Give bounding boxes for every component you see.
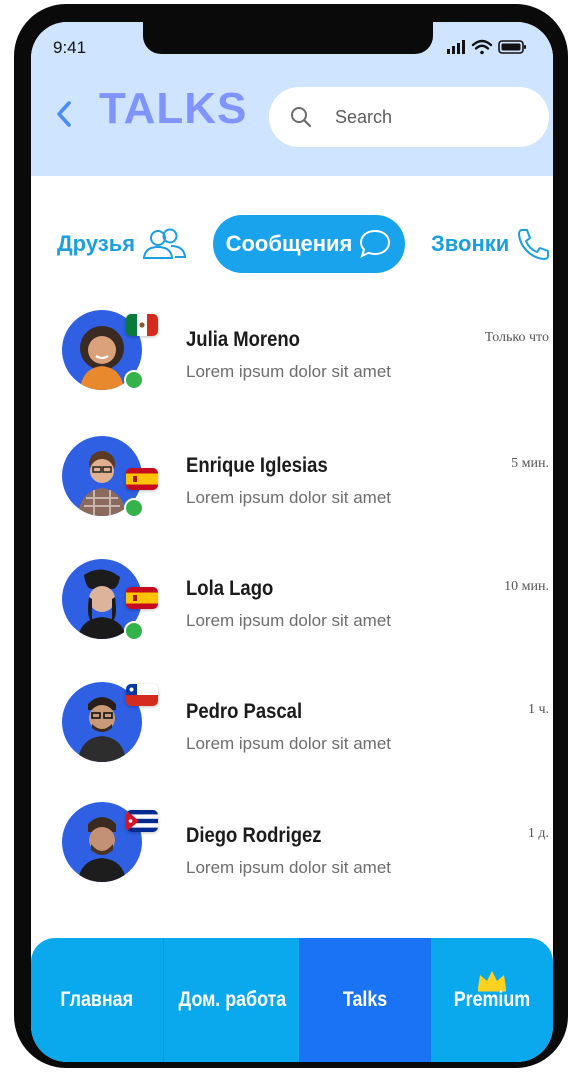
search-icon: [291, 107, 312, 128]
chat-time: 1 д.: [527, 826, 549, 841]
friends-icon: [142, 228, 187, 259]
chat-name: Lola Lago: [186, 577, 274, 600]
page-title: TALKS: [99, 84, 248, 133]
back-button[interactable]: [51, 94, 77, 134]
chat-preview: Lorem ipsum dolor sit amet: [186, 362, 392, 381]
chat-preview: Lorem ipsum dolor sit amet: [186, 488, 392, 507]
battery-icon: [498, 40, 526, 54]
chat-name: Julia Moreno: [186, 328, 300, 351]
chat-time: 1 ч.: [527, 702, 549, 717]
chat-time: 10 мин.: [504, 579, 549, 594]
chat-name: Diego Rodrigez: [186, 824, 322, 847]
wifi-icon: [471, 39, 493, 55]
status-icons: [447, 39, 526, 55]
chat-preview: Lorem ipsum dolor sit amet: [186, 858, 392, 877]
chat-preview: Lorem ipsum dolor sit amet: [186, 611, 392, 630]
search-box[interactable]: [269, 87, 549, 147]
tab-friends-label: Друзья: [57, 231, 136, 256]
spain-flag-icon: [126, 587, 158, 609]
phone-icon: [518, 229, 550, 260]
chat-item-diego-rodrigez[interactable]: Diego Rodrigez Lorem ipsum dolor sit ame…: [31, 794, 553, 904]
nav-talks[interactable]: Talks: [299, 938, 431, 1062]
nav-home-label: Главная: [60, 988, 134, 1011]
online-indicator: [124, 621, 144, 641]
bottom-nav: Главная Дом. работа Talks Premium: [31, 938, 553, 1062]
tab-messages-label: Сообщения: [225, 231, 353, 256]
chat-time: Только что: [484, 330, 549, 345]
chat-bubble-icon: [360, 229, 391, 258]
chevron-left-icon: [57, 101, 71, 127]
chat-preview: Lorem ipsum dolor sit amet: [186, 734, 392, 753]
online-indicator: [124, 498, 144, 518]
chat-time: 5 мин.: [511, 456, 549, 471]
search-input[interactable]: [333, 105, 527, 129]
tab-calls-label: Звонки: [431, 231, 510, 256]
chat-item-julia-moreno[interactable]: Julia Moreno Lorem ipsum dolor sit amet …: [31, 300, 553, 410]
status-time: 9:41: [53, 38, 87, 57]
tab-friends[interactable]: Друзья: [57, 227, 187, 261]
spain-flag-icon: [126, 468, 158, 490]
chat-name: Enrique Iglesias: [186, 454, 328, 477]
notch: [143, 22, 433, 54]
nav-homework-label: Дом. работа: [178, 988, 286, 1011]
chat-item-lola-lago[interactable]: Lola Lago Lorem ipsum dolor sit amet 10 …: [31, 547, 553, 657]
signal-icon: [447, 40, 465, 54]
chat-name: Pedro Pascal: [186, 700, 303, 723]
phone-screen: 9:41 TALKS Search Друзья Сообщения Звонк…: [31, 22, 553, 1062]
chat-item-enrique-iglesias[interactable]: Enrique Iglesias Lorem ipsum dolor sit a…: [31, 424, 553, 534]
tab-calls[interactable]: Звонки: [431, 227, 551, 261]
chat-item-pedro-pascal[interactable]: Pedro Pascal Lorem ipsum dolor sit amet …: [31, 670, 553, 780]
mexico-flag-icon: [126, 314, 158, 336]
nav-talks-label: Talks: [342, 988, 388, 1011]
header: 9:41 TALKS: [31, 22, 553, 176]
nav-homework[interactable]: Дом. работа: [163, 938, 300, 1062]
cuba-flag-icon: [126, 810, 158, 832]
nav-premium-label: Premium: [453, 988, 531, 1011]
chile-flag-icon: [126, 684, 158, 706]
online-indicator: [124, 370, 144, 390]
nav-premium[interactable]: Premium: [431, 938, 553, 1062]
tab-messages[interactable]: Сообщения: [213, 215, 405, 273]
nav-home[interactable]: Главная: [31, 938, 163, 1062]
